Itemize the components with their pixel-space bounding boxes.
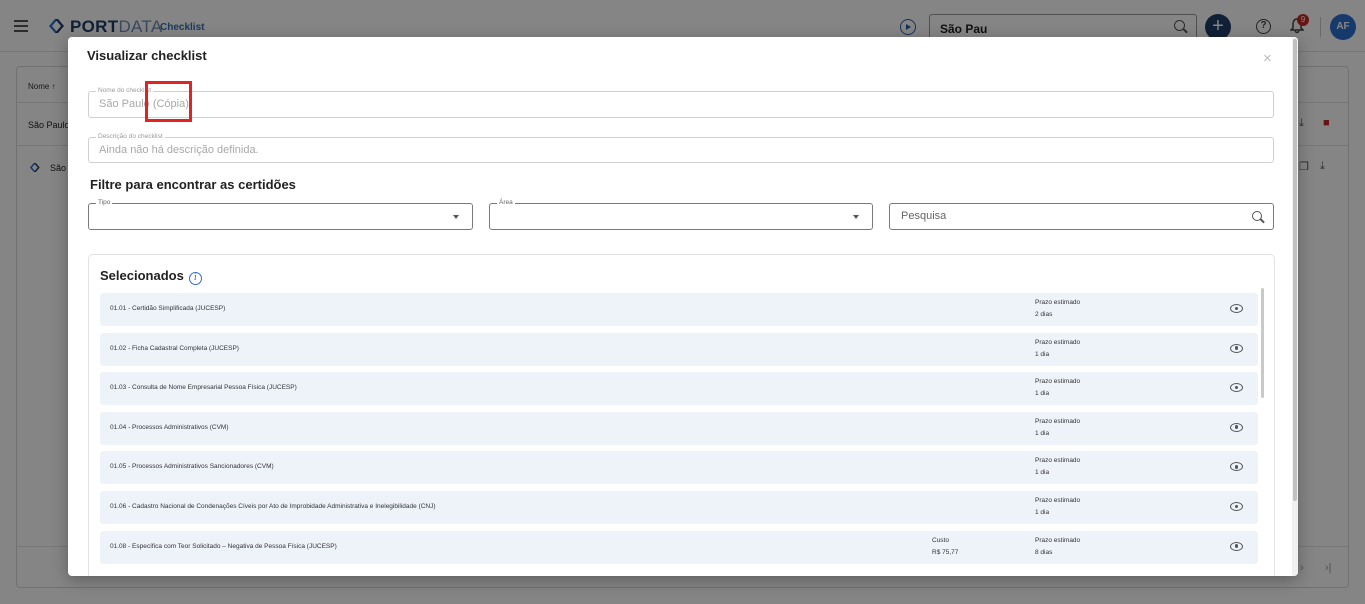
search-icon[interactable] (1252, 211, 1262, 221)
item-name: 01.01 - Certidão Simplificada (JUCESP) (110, 305, 226, 312)
list-item[interactable]: 01.06 - Cadastro Nacional de Condenações… (100, 490, 1258, 524)
tipo-select[interactable]: Tipo (88, 199, 473, 230)
field-label: Área (497, 199, 515, 207)
view-checklist-dialog: Visualizar checklist × Nome do checklist… (68, 37, 1298, 576)
prazo-value: 1 dia (1035, 350, 1050, 358)
chevron-down-icon[interactable] (853, 215, 859, 219)
prazo-label: Prazo estimado (1035, 338, 1081, 346)
eye-icon[interactable] (1230, 304, 1243, 313)
eye-icon[interactable] (1230, 383, 1243, 393)
list-item[interactable]: 01.03 - Consulta de Nome Empresarial Pes… (100, 372, 1258, 406)
eye-icon[interactable] (1230, 501, 1243, 511)
checklist-description-field[interactable]: Descrição do checklist Ainda não há desc… (88, 133, 1274, 163)
prazo-value: 1 dia (1035, 469, 1050, 477)
prazo-label: Prazo estimado (1035, 496, 1081, 504)
dialog-scrollbar-thumb[interactable] (1293, 39, 1297, 501)
eye-icon[interactable] (1230, 422, 1243, 432)
prazo-value: 8 dias (1035, 548, 1053, 556)
list-item[interactable]: 01.05 - Processos Administrativos Sancio… (100, 451, 1258, 485)
prazo-label: Prazo estimado (1035, 457, 1081, 465)
list-item[interactable]: 01.01 - Certidão Simplificada (JUCESP) Pr… (100, 293, 1258, 326)
chevron-down-icon[interactable] (453, 215, 459, 219)
list-item[interactable]: 01.08 - Específica com Teor Solicitado –… (100, 530, 1258, 564)
close-icon[interactable]: × (1263, 51, 1272, 66)
prazo-label: Prazo estimado (1035, 536, 1081, 544)
item-name: 01.04 - Processos Administrativos (CVM) (110, 423, 229, 431)
prazo-value: 1 dia (1035, 390, 1050, 398)
field-label: Tipo (96, 199, 113, 207)
prazo-label: Prazo estimado (1035, 378, 1081, 386)
selected-certificates-card: Selecionados i 01.01 - Certidão Simplifi… (88, 254, 1275, 576)
selected-list: 01.01 - Certidão Simplificada (JUCESP) Pr… (100, 293, 1258, 570)
search-input[interactable]: Pesquisa (889, 203, 1274, 230)
info-icon[interactable]: i (189, 272, 202, 285)
dialog-title: Visualizar checklist (87, 48, 207, 63)
item-name: 01.08 - Específica com Teor Solicitado –… (110, 542, 337, 550)
list-item[interactable]: 01.04 - Processos Administrativos (CVM) P… (100, 411, 1258, 445)
selected-title: Selecionados (100, 268, 184, 283)
area-select[interactable]: Área (489, 199, 873, 230)
eye-icon[interactable] (1230, 343, 1243, 353)
prazo-label: Prazo estimado (1035, 417, 1081, 425)
eye-icon[interactable] (1230, 541, 1243, 551)
field-value: Ainda não há descrição definida. (99, 144, 259, 156)
item-name: 01.06 - Cadastro Nacional de Condenações… (110, 502, 436, 510)
item-name: 01.02 - Ficha Cadastral Completa (JUCESP… (110, 344, 239, 352)
search-placeholder: Pesquisa (901, 210, 947, 222)
cost-value: R$ 75,77 (932, 548, 959, 556)
item-name: 01.03 - Consulta de Nome Empresarial Pes… (110, 384, 297, 392)
prazo-value: 2 dias (1035, 311, 1053, 318)
field-label: Descrição do checklist (96, 133, 165, 141)
prazo-value: 1 dia (1035, 429, 1050, 437)
list-scrollbar[interactable] (1261, 288, 1264, 398)
checklist-name-field[interactable]: Nome do checklist São Paulo (Cópia) (88, 87, 1274, 118)
highlight-box (145, 81, 192, 122)
eye-icon[interactable] (1230, 462, 1243, 472)
prazo-value: 1 dia (1035, 508, 1050, 516)
cost-label: Custo (932, 536, 949, 544)
filter-heading: Filtre para encontrar as certidões (90, 177, 296, 192)
item-name: 01.05 - Processos Administrativos Sancio… (110, 463, 274, 471)
prazo-label: Prazo estimado (1035, 299, 1081, 306)
list-item[interactable]: 01.02 - Ficha Cadastral Completa (JUCESP… (100, 332, 1258, 366)
